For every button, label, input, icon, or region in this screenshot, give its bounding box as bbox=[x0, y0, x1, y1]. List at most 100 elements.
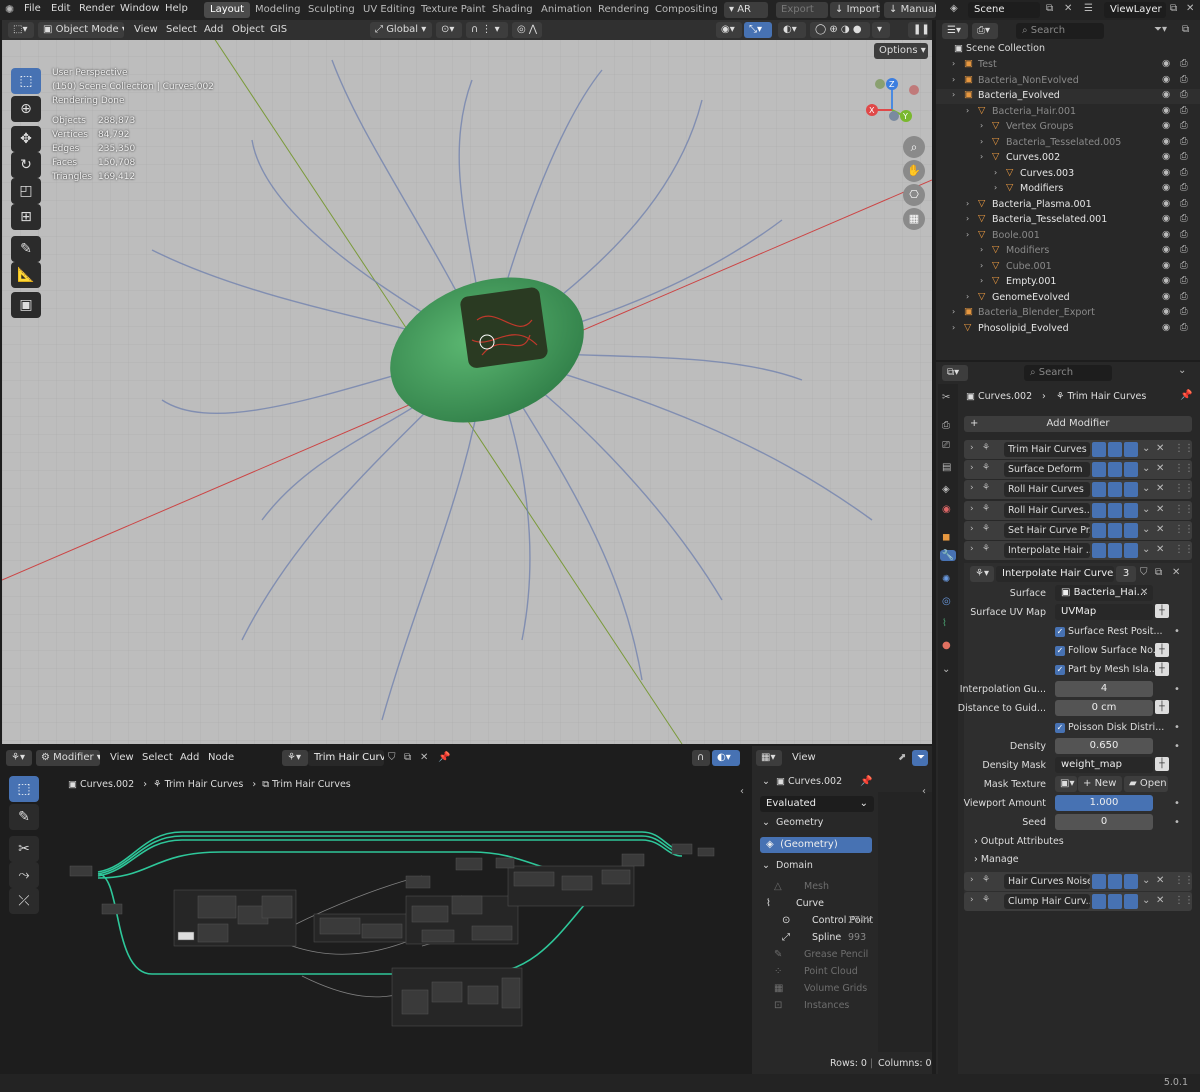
menu-help[interactable]: Help bbox=[165, 3, 188, 14]
tab-rendering[interactable]: Rendering bbox=[592, 2, 655, 18]
outliner-row[interactable]: › ▣ Bacteria_Blender_Export ◉ ⎙ bbox=[936, 306, 1200, 321]
chevron-right-icon[interactable]: › bbox=[970, 483, 974, 493]
blender-logo-icon[interactable]: ✺ bbox=[5, 3, 14, 16]
menu-edit[interactable]: Edit bbox=[51, 3, 70, 14]
eye-icon[interactable]: ◉ bbox=[1162, 291, 1170, 302]
output-attributes-subpanel[interactable]: › Output Attributes bbox=[974, 836, 1064, 847]
duplicate-icon[interactable]: ⧉ bbox=[404, 752, 411, 763]
chevron-right-icon[interactable]: › bbox=[994, 183, 997, 192]
import-button[interactable]: ↓ Import bbox=[830, 2, 880, 18]
chevron-right-icon[interactable]: › bbox=[980, 261, 983, 270]
node-menu-view[interactable]: View bbox=[110, 752, 134, 763]
tab-layout[interactable]: Layout bbox=[204, 2, 250, 18]
edit-mode-icon[interactable] bbox=[1092, 522, 1106, 538]
outliner-row[interactable]: › ▽ Boole.001 ◉ ⎙ bbox=[936, 229, 1200, 244]
eye-icon[interactable]: ◉ bbox=[1162, 120, 1170, 131]
eye-icon[interactable]: ◉ bbox=[1162, 74, 1170, 85]
chevron-right-icon[interactable]: › bbox=[980, 152, 983, 161]
manual-button[interactable]: ↓ Manual bbox=[884, 2, 936, 18]
outliner-row[interactable]: › ▽ Modifiers ◉ ⎙ bbox=[936, 182, 1200, 197]
nodegroup-users[interactable]: 3 bbox=[1116, 566, 1136, 582]
modifier-tab-icon[interactable]: 🔧 bbox=[940, 550, 956, 561]
chevron-right-icon[interactable]: › bbox=[980, 121, 983, 130]
modifier-header[interactable]: › ⚘ Roll Hair Curves.... ⌄ ✕ ⋮⋮ bbox=[964, 500, 1194, 520]
chevron-right-icon[interactable]: › bbox=[966, 106, 969, 115]
uvmap-field[interactable]: UVMap bbox=[1055, 604, 1153, 620]
camera-icon[interactable]: ⎙ bbox=[1180, 260, 1188, 271]
domain-item[interactable]: ✎ Grease Pencil bbox=[752, 947, 878, 963]
nodegroup-field[interactable]: Trim Hair Curves bbox=[308, 750, 384, 766]
eye-icon[interactable]: ◉ bbox=[1162, 58, 1170, 69]
monitor-icon[interactable] bbox=[1108, 543, 1122, 558]
node-type-dropdown[interactable]: ⚙ Modifier ▾ bbox=[36, 750, 100, 766]
edit-mode-icon[interactable] bbox=[1092, 894, 1106, 910]
node-link-tool[interactable]: ⤳ bbox=[9, 862, 39, 888]
eye-icon[interactable]: ◉ bbox=[1162, 136, 1170, 147]
eye-icon[interactable]: ◉ bbox=[1162, 105, 1170, 116]
camera-icon[interactable]: ⎙ bbox=[1180, 291, 1188, 302]
drag-handle-icon[interactable]: ⋮⋮ bbox=[1174, 895, 1194, 906]
geometry-header[interactable]: ⌄ Geometry bbox=[762, 817, 823, 828]
world-tab-icon[interactable]: ◉ bbox=[942, 504, 951, 515]
nodegroup-name-field[interactable]: Interpolate Hair Curves bbox=[996, 566, 1114, 582]
object-tab-icon[interactable]: ◼ bbox=[942, 532, 950, 543]
close-icon[interactable]: ✕ bbox=[1156, 875, 1164, 886]
eye-icon[interactable]: ◉ bbox=[1162, 182, 1170, 193]
tab-sculpting[interactable]: Sculpting bbox=[302, 2, 361, 18]
export-button[interactable]: Export bbox=[776, 2, 828, 18]
camera-icon[interactable]: ⎙ bbox=[1180, 229, 1188, 240]
material-tab-icon[interactable]: ● bbox=[942, 640, 951, 651]
camera-icon[interactable]: ⎙ bbox=[1180, 74, 1188, 85]
drag-handle-icon[interactable]: ⋮⋮ bbox=[1174, 875, 1194, 886]
node-cut-tool[interactable]: ✂ bbox=[9, 836, 39, 862]
chevron-down-icon[interactable]: ⌄ bbox=[1178, 365, 1186, 376]
modifier-header[interactable]: › ⚘ Roll Hair Curves ⌄ ✕ ⋮⋮ bbox=[964, 480, 1194, 500]
camera-icon[interactable]: ⎙ bbox=[1180, 182, 1188, 193]
domain-item[interactable]: ⊡ Instances bbox=[752, 998, 878, 1014]
camera-icon[interactable]: ⎙ bbox=[1180, 105, 1188, 116]
unlink-close-icon[interactable]: ✕ bbox=[1172, 567, 1180, 578]
attribute-toggle-icon[interactable]: ┼ bbox=[1155, 643, 1169, 657]
modifier-header[interactable]: › ⚘ Surface Deform ⌄ ✕ ⋮⋮ bbox=[964, 460, 1194, 480]
edit-mode-icon[interactable] bbox=[1092, 874, 1106, 889]
modifier-name[interactable]: Roll Hair Curves.... bbox=[1004, 502, 1090, 518]
camera-icon[interactable]: ⎙ bbox=[1180, 151, 1188, 162]
scale-tool[interactable]: ◰ bbox=[11, 178, 41, 204]
tab-shading[interactable]: Shading bbox=[486, 2, 539, 18]
chevron-right-icon[interactable]: › bbox=[970, 875, 974, 885]
transform-tool[interactable]: ⊞ bbox=[11, 204, 41, 230]
close-icon[interactable]: ✕ bbox=[1156, 524, 1164, 535]
overlay-toggle-icon[interactable]: ◐▾ bbox=[778, 22, 806, 38]
monitor-icon[interactable] bbox=[1108, 894, 1122, 910]
outliner-editor-type[interactable]: ☰▾ bbox=[942, 23, 968, 39]
chevron-right-icon[interactable]: › bbox=[966, 214, 969, 223]
outliner-row[interactable]: › ▽ Bacteria_Tesselated.005 ◉ ⎙ bbox=[936, 136, 1200, 151]
add-modifier-button[interactable]: + Add Modifier bbox=[964, 416, 1192, 432]
tab-animation[interactable]: Animation bbox=[535, 2, 598, 18]
3d-viewport[interactable]: User Perspective (150) Scene Collection … bbox=[2, 20, 932, 744]
evaluated-dropdown[interactable]: Evaluated ⌄ bbox=[760, 796, 874, 812]
edit-mode-icon[interactable] bbox=[1092, 482, 1106, 498]
filter-icon[interactable]: ⏷ bbox=[912, 750, 928, 766]
pan-hand-icon[interactable]: ✋ bbox=[903, 160, 925, 182]
keyframe-dot-icon[interactable]: • bbox=[1174, 684, 1180, 695]
outliner-search-input[interactable]: ⌕ Search bbox=[1016, 23, 1104, 39]
close-icon[interactable]: ✕ bbox=[1156, 504, 1164, 515]
node-editor-type[interactable]: ⚘▾ bbox=[6, 750, 32, 766]
properties-search-input[interactable]: ⌕ Search bbox=[1024, 365, 1112, 381]
physics-tab-icon[interactable]: ◎ bbox=[942, 596, 951, 607]
overlay-toggle-icon[interactable]: ◐▾ bbox=[712, 750, 740, 766]
move-tool[interactable]: ✥ bbox=[11, 126, 41, 152]
camera-icon[interactable] bbox=[1124, 442, 1138, 457]
outliner-row[interactable]: › ▽ Curves.003 ◉ ⎙ bbox=[936, 167, 1200, 182]
node-menu-select[interactable]: Select bbox=[142, 752, 173, 763]
eye-icon[interactable]: ◉ bbox=[1162, 275, 1170, 286]
poisson-checkbox[interactable]: ✓ bbox=[1055, 723, 1065, 733]
modifier-name[interactable]: Surface Deform bbox=[1004, 462, 1090, 478]
monitor-icon[interactable] bbox=[1108, 522, 1122, 538]
geometry-item[interactable]: ◈ (Geometry) bbox=[760, 837, 872, 853]
attribute-toggle-icon[interactable]: ┼ bbox=[1155, 662, 1169, 676]
monitor-icon[interactable] bbox=[1108, 482, 1122, 498]
follow-normal-checkbox[interactable]: ✓ bbox=[1055, 646, 1065, 656]
pin-icon[interactable]: 📌 bbox=[860, 776, 872, 787]
